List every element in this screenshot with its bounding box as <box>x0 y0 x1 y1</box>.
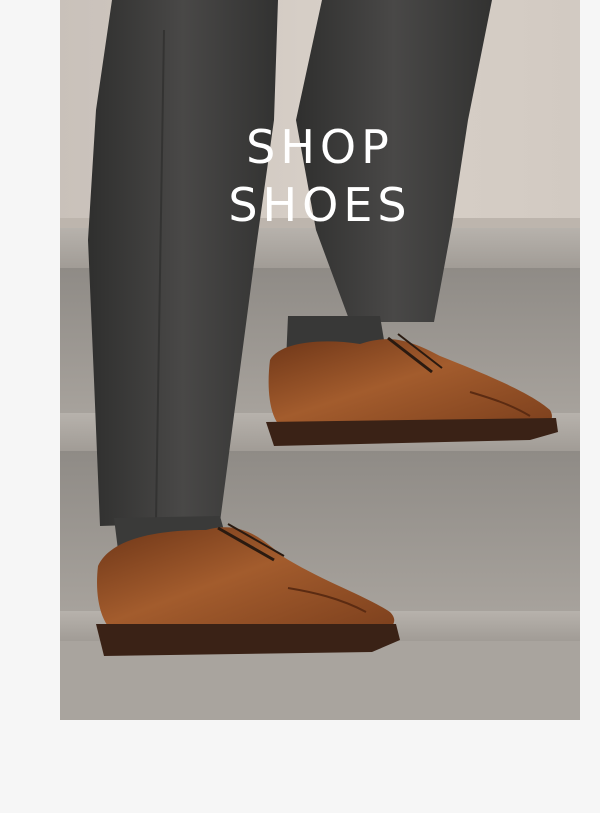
hero-title-line-1: SHOP <box>246 120 394 174</box>
email-page: SHOP SHOES <box>0 0 600 813</box>
hero-image <box>60 0 580 720</box>
shop-shoes-banner[interactable]: SHOP SHOES <box>60 0 580 720</box>
hero-title: SHOP SHOES <box>60 118 580 234</box>
hero-title-line-2: SHOES <box>228 178 412 232</box>
